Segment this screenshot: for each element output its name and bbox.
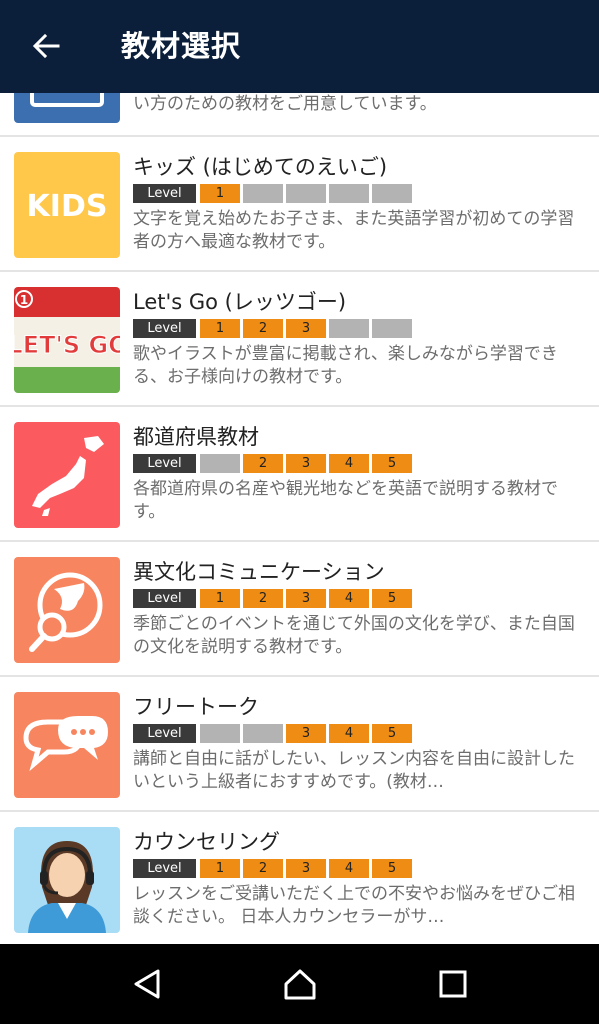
item-description: 歌やイラストが豊富に掲載され、楽しみながら学習できる、お子様向けの教材です。 xyxy=(133,344,558,387)
level-indicator: Level 1 2 3 xyxy=(133,319,415,338)
level-cell: 3 xyxy=(286,724,326,743)
item-title: 都道府県教材 xyxy=(133,425,259,449)
level-cell: 2 xyxy=(243,859,283,878)
level-label: Level xyxy=(133,859,196,878)
arrow-left-icon xyxy=(32,33,60,59)
list-item-prefectures[interactable]: 都道府県教材 Level 2 3 4 5 各都道府県の名産や観光地などを英語で説… xyxy=(0,407,599,542)
item-title: キッズ (はじめてのえいご) xyxy=(133,155,388,179)
level-cell: 1 xyxy=(200,319,240,338)
level-cell xyxy=(200,454,240,473)
level-cell: 5 xyxy=(372,589,412,608)
triangle-back-icon xyxy=(134,969,159,999)
item-description: 講師と自由に話がしたい、レッスン内容を自由に設計したいという上級者におすすめです… xyxy=(133,749,575,792)
counselor-headset-icon xyxy=(14,827,120,933)
level-cell: 5 xyxy=(372,724,412,743)
level-cell: 4 xyxy=(329,454,369,473)
level-cell: 2 xyxy=(243,454,283,473)
item-title: Let's Go (レッツゴー) xyxy=(133,290,347,314)
level-label: Level xyxy=(133,589,196,608)
item-description: レッスンをご受講いただく上での不安やお悩みをぜひご相談ください。 日本人カウンセ… xyxy=(133,884,575,927)
nav-recents-button[interactable] xyxy=(423,954,483,1014)
level-cell: 2 xyxy=(243,319,283,338)
level-indicator: Level 1 xyxy=(133,184,415,203)
level-indicator: Level 1 2 3 4 5 xyxy=(133,589,415,608)
level-indicator: Level 3 4 5 xyxy=(133,724,415,743)
level-cell xyxy=(243,724,283,743)
square-recents-icon xyxy=(439,970,466,998)
level-cell xyxy=(329,184,369,203)
list-item-partial[interactable]: い方のための教材をご用意しています。 xyxy=(0,93,599,137)
japan-map-icon xyxy=(14,422,120,528)
level-cell: 1 xyxy=(200,859,240,878)
level-cell: 2 xyxy=(243,589,283,608)
svg-text:KIDS: KIDS xyxy=(27,189,108,224)
app-bar: 教材選択 xyxy=(0,0,599,93)
level-cell xyxy=(200,724,240,743)
level-cell: 4 xyxy=(329,859,369,878)
item-description: 季節ごとのイベントを通じて外国の文化を学び、また自国の文化を説明する教材です。 xyxy=(133,614,575,657)
level-label: Level xyxy=(133,184,196,203)
level-cell: 3 xyxy=(286,589,326,608)
chat-bubbles-icon xyxy=(14,692,120,798)
level-cell: 1 xyxy=(200,184,240,203)
item-title: カウンセリング xyxy=(133,830,280,854)
level-cell xyxy=(243,184,283,203)
level-cell: 3 xyxy=(286,859,326,878)
level-cell: 3 xyxy=(286,319,326,338)
level-cell: 4 xyxy=(329,724,369,743)
level-indicator: Level 1 2 3 4 5 xyxy=(133,859,415,878)
level-cell: 5 xyxy=(372,859,412,878)
list-item-counseling[interactable]: カウンセリング Level 1 2 3 4 5 レッスンをご受講いただく上での不… xyxy=(0,812,599,944)
list-item-intercultural[interactable]: 異文化コミュニケーション Level 1 2 3 4 5 季節ごとのイベントを通… xyxy=(0,542,599,677)
nav-back-button[interactable] xyxy=(117,954,177,1014)
nav-home-button[interactable] xyxy=(270,954,330,1014)
item-description: 文字を覚え始めたお子さま、また英語学習が初めての学習者の方へ最適な教材です。 xyxy=(133,209,575,252)
level-label: Level xyxy=(133,454,196,473)
level-cell: 1 xyxy=(200,589,240,608)
level-cell xyxy=(372,184,412,203)
level-cell xyxy=(372,319,412,338)
level-indicator: Level 2 3 4 5 xyxy=(133,454,415,473)
list-item-free-talk[interactable]: フリートーク Level 3 4 5 講師と自由に話がしたい、レッスン内容を自由… xyxy=(0,677,599,812)
list-item-lets-go[interactable]: 1 LET'S GO Let's Go (レッツゴー) Level 1 2 3 … xyxy=(0,272,599,407)
lets-go-book-icon: 1 LET'S GO xyxy=(14,287,120,393)
level-cell: 4 xyxy=(329,589,369,608)
system-nav-bar xyxy=(0,944,599,1024)
item-description: い方のための教材をご用意しています。 xyxy=(133,94,437,114)
list-item-kids[interactable]: KIDS キッズ (はじめてのえいご) Level 1 文字を覚え始めたお子さま… xyxy=(0,137,599,272)
level-cell xyxy=(329,319,369,338)
item-description: 各都道府県の名産や観光地などを英語で説明する教材です。 xyxy=(133,479,558,522)
globe-search-icon xyxy=(14,557,120,663)
item-title: 異文化コミュニケーション xyxy=(133,560,385,584)
kids-logo-icon: KIDS xyxy=(14,152,120,258)
svg-text:LET'S GO: LET'S GO xyxy=(14,331,120,359)
level-label: Level xyxy=(133,724,196,743)
page-title: 教材選択 xyxy=(121,29,242,63)
keyboard-icon xyxy=(14,93,120,123)
material-list[interactable]: い方のための教材をご用意しています。 KIDS キッズ (はじめてのえいご) L… xyxy=(0,93,599,944)
item-title: フリートーク xyxy=(133,695,259,719)
svg-text:1: 1 xyxy=(20,293,28,307)
home-icon xyxy=(284,969,315,1000)
level-cell: 5 xyxy=(372,454,412,473)
level-cell: 3 xyxy=(286,454,326,473)
level-label: Level xyxy=(133,319,196,338)
level-cell xyxy=(286,184,326,203)
back-button[interactable] xyxy=(22,22,70,70)
